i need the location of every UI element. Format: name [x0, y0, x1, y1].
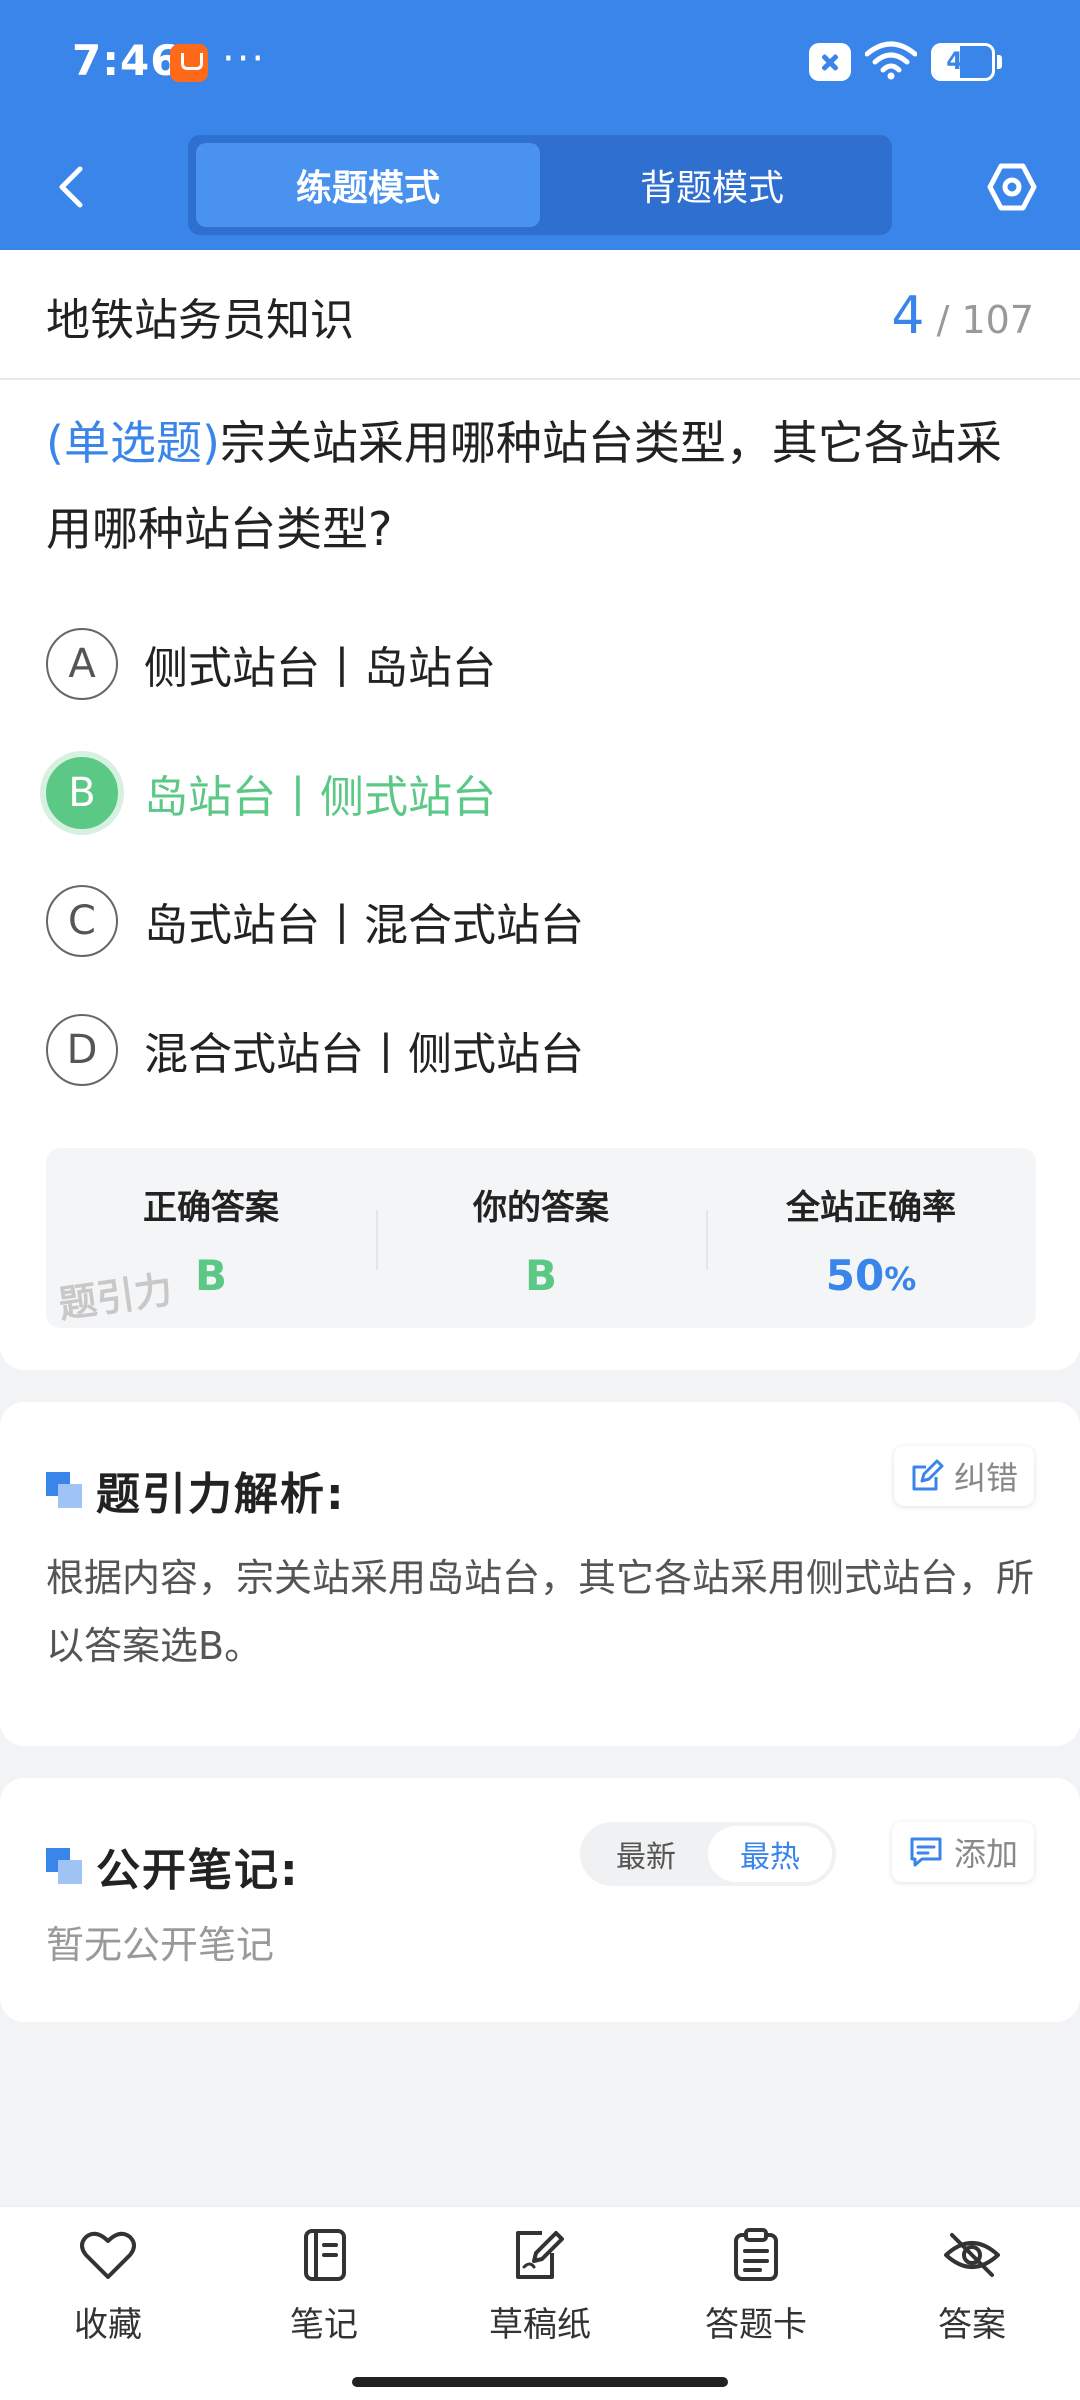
report-error-button[interactable]: 纠错 — [893, 1446, 1034, 1506]
nav-bar: 练题模式 背题模式 — [0, 125, 1080, 250]
eye-off-icon — [944, 2233, 1000, 2277]
heart-icon — [80, 2231, 136, 2279]
accuracy-number: 50 — [825, 1251, 885, 1300]
notes-card: 公开笔记: 最新 最热 添加 暂无公开笔记 — [0, 1778, 1080, 2022]
option-d[interactable]: D 混合式站台丨侧式站台 — [46, 1012, 1036, 1088]
draft-paper-button[interactable]: 草稿纸 — [432, 2227, 648, 2346]
answer-card-button[interactable]: 答题卡 — [648, 2227, 864, 2346]
edit-icon — [912, 1459, 944, 1491]
mode-switch: 练题模式 背题模式 — [188, 135, 892, 235]
clipboard-icon — [734, 2228, 778, 2281]
sort-hottest[interactable]: 最热 — [708, 1826, 832, 1882]
tab-practice-mode[interactable]: 练题模式 — [196, 143, 540, 227]
home-indicator[interactable] — [352, 2377, 728, 2387]
notes-sort-toggle: 最新 最热 — [580, 1822, 836, 1886]
sim-off-icon — [809, 43, 851, 81]
notebook-icon — [304, 2229, 346, 2281]
status-icons: 45 — [809, 40, 1002, 84]
draft-pen-icon — [516, 2231, 564, 2279]
question-type: (单选题) — [46, 416, 220, 470]
add-note-button[interactable]: 添加 — [891, 1822, 1034, 1882]
wifi-icon — [864, 40, 918, 84]
battery-level: 45 — [946, 47, 980, 75]
back-button[interactable] — [42, 157, 102, 217]
notes-label: 笔记 — [290, 2305, 358, 2345]
your-answer-value: B — [524, 1251, 557, 1300]
answer-summary: 正确答案 B 题引力 你的答案 B 全站正确率 50% — [46, 1148, 1036, 1328]
watermark: 题引力 — [55, 1267, 176, 1327]
current-question-number: 4 — [891, 286, 925, 346]
show-answer-button[interactable]: 答案 — [864, 2227, 1080, 2346]
back-arrow-icon — [59, 166, 83, 208]
draft-paper-label: 草稿纸 — [489, 2305, 591, 2345]
battery-tip — [997, 55, 1002, 69]
question-text: (单选题)宗关站采用哪种站台类型，其它各站采用哪种站台类型? — [46, 400, 1036, 572]
total-questions: / 107 — [936, 298, 1034, 342]
accuracy-col: 全站正确率 50% — [706, 1148, 1036, 1328]
battery-icon: 45 — [931, 43, 995, 81]
settings-button[interactable] — [982, 157, 1042, 217]
notes-title: 公开笔记: — [96, 1845, 300, 1896]
add-note-label: 添加 — [953, 1835, 1018, 1873]
correct-answer-value: B — [194, 1251, 227, 1300]
tab-recite-mode[interactable]: 背题模式 — [540, 143, 884, 227]
option-text: 混合式站台丨侧式站台 — [144, 1029, 584, 1080]
option-text: 岛站台丨侧式站台 — [144, 772, 496, 823]
accuracy-label: 全站正确率 — [786, 1188, 956, 1228]
report-error-label: 纠错 — [953, 1459, 1018, 1497]
option-text: 侧式站台丨岛站台 — [144, 643, 496, 694]
accuracy-value: 50% — [826, 1251, 917, 1300]
option-a[interactable]: A 侧式站台丨岛站台 — [46, 626, 1036, 702]
your-answer-col: 你的答案 B — [376, 1148, 706, 1328]
status-time: 7:46 — [72, 36, 181, 85]
app-header: 7:46 ··· 45 练题模式 背题模式 — [0, 0, 1080, 250]
option-key: A — [46, 628, 118, 700]
subject-title: 地铁站务员知识 — [46, 295, 354, 346]
option-key: D — [46, 1014, 118, 1086]
empty-notes-text: 暂无公开笔记 — [46, 1923, 275, 1967]
option-key: B — [46, 757, 118, 829]
analysis-card: 题引力解析: 纠错 根据内容，宗关站采用岛站台，其它各站采用侧式站台，所以答案选… — [0, 1402, 1080, 1746]
settings-hexagon-icon — [987, 163, 1037, 211]
correct-answer-label: 正确答案 — [143, 1188, 279, 1228]
your-answer-label: 你的答案 — [473, 1188, 609, 1228]
analysis-title: 题引力解析: — [96, 1469, 346, 1520]
section-squares-icon — [46, 1848, 82, 1884]
correct-answer-col: 正确答案 B 题引力 — [46, 1148, 376, 1328]
option-c[interactable]: C 岛式站台丨混合式站台 — [46, 883, 1036, 959]
favorite-label: 收藏 — [74, 2305, 142, 2345]
option-b[interactable]: B 岛站台丨侧式站台 — [46, 755, 1036, 831]
option-text: 岛式站台丨混合式站台 — [144, 900, 584, 951]
status-bar: 7:46 ··· 45 — [0, 0, 1080, 125]
show-answer-label: 答案 — [938, 2305, 1006, 2345]
question-card: 地铁站务员知识 4 / 107 (单选题)宗关站采用哪种站台类型，其它各站采用哪… — [0, 250, 1080, 1370]
answer-card-label: 答题卡 — [705, 2305, 807, 2345]
analysis-text: 根据内容，宗关站采用岛站台，其它各站采用侧式站台，所以答案选B。 — [46, 1556, 1035, 1668]
status-more-dots: ··· — [222, 36, 267, 82]
favorite-button[interactable]: 收藏 — [0, 2227, 216, 2346]
question-progress: 4 / 107 — [891, 286, 1034, 346]
notes-header: 公开笔记: — [46, 1834, 300, 1898]
accuracy-unit: % — [884, 1260, 917, 1298]
comment-icon — [910, 1837, 942, 1867]
analysis-header: 题引力解析: — [46, 1458, 346, 1522]
option-key: C — [46, 885, 118, 957]
shopping-app-icon — [170, 44, 208, 82]
bottom-toolbar: 收藏 笔记 草稿纸 答题卡 答案 — [0, 2206, 1080, 2400]
section-squares-icon — [46, 1472, 82, 1508]
sort-latest[interactable]: 最新 — [584, 1826, 708, 1882]
question-header: 地铁站务员知识 4 / 107 — [0, 250, 1080, 380]
notes-button[interactable]: 笔记 — [216, 2227, 432, 2346]
